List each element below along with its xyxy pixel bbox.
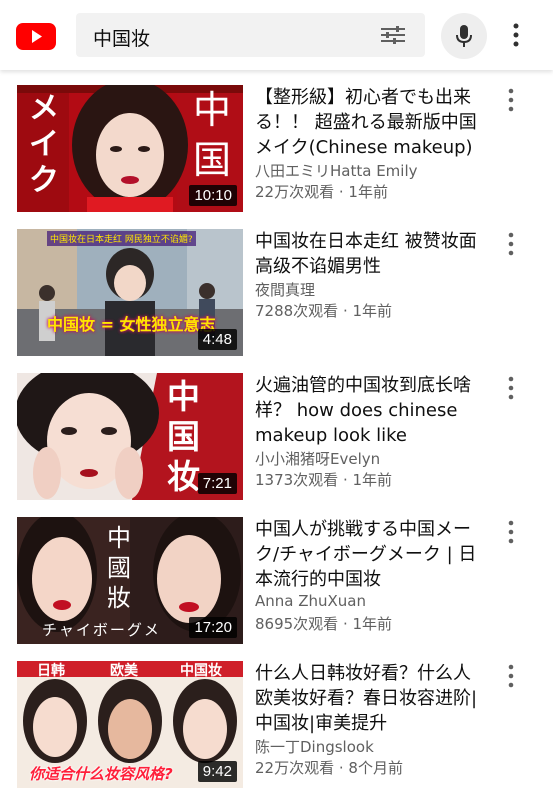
video-item[interactable]: メイク 中国 10:10 【整形級】初心者でも出来る！！ 超盛れる最新版中国メイ… [0, 85, 553, 228]
channel-name: 夜間真理 [255, 281, 316, 299]
thumbnail-caption: 中国妆 = 女性独立意志 [47, 315, 216, 334]
video-item[interactable]: 中国妆 7:21 火遍油管的中国妆到底长啥样？ how does chinese… [0, 373, 553, 516]
video-thumbnail[interactable]: 日韩 欧美 中国妆 你适合什么妆容风格? 9:42 [17, 661, 243, 788]
view-count: 22万次观看 [255, 759, 335, 777]
youtube-logo-icon[interactable] [16, 23, 56, 50]
thumbnail-text-center: 中國妝 [107, 524, 131, 612]
upload-age: 1年前 [352, 471, 393, 489]
video-meta: 22万次观看 · 1年前 [255, 181, 475, 202]
video-meta: 8695次观看 · 1年前 [255, 613, 475, 634]
video-title[interactable]: 火遍油管的中国妆到底长啥样？ how does chinese makeup l… [255, 373, 480, 448]
video-duration: 7:21 [197, 473, 237, 494]
video-item[interactable]: 中国妆在日本走红 网民独立不谄媚? 中国妆 = 女性独立意志 4:48 中国妆在… [0, 229, 553, 372]
view-count: 8695次观看 [255, 615, 339, 633]
video-title[interactable]: 中国妆在日本走红 被赞妆面高级不谄媚男性 [255, 229, 480, 279]
view-count: 22万次观看 [255, 183, 335, 201]
thumbnail-text-right: 中国 [193, 88, 232, 182]
thumbnail-label: 日韩 [37, 663, 65, 679]
view-count: 7288次观看 [255, 302, 339, 320]
thumbnail-caption-top: 中国妆在日本走红 网民独立不谄媚? [47, 231, 196, 246]
channel-name: Anna ZhuXuan [255, 592, 367, 610]
video-thumbnail[interactable]: メイク 中国 10:10 [17, 85, 243, 212]
meta-separator: · [334, 759, 349, 777]
more-vert-icon[interactable] [506, 87, 516, 117]
video-title[interactable]: 什么人日韩妆好看？什么人欧美妆好看？春日妆容进阶|中国妆|审美提升 [255, 661, 480, 736]
video-duration: 17:20 [189, 617, 237, 638]
video-title[interactable]: 中国人が挑戦する中国メーク/チャイボーグメーク | 日本流行的中国妆 [255, 517, 480, 592]
channel-name: 陈一丁Dingslook [255, 738, 374, 756]
video-item[interactable]: 中國妝 チャイボーグメ 17:20 中国人が挑戦する中国メーク/チャイボーグメー… [0, 517, 553, 660]
video-meta: 1373次观看 · 1年前 [255, 469, 475, 490]
video-item[interactable]: 日韩 欧美 中国妆 你适合什么妆容风格? 9:42 什么人日韩妆好看？什么人欧美… [0, 661, 553, 804]
channel-name: 小小湘猪呀Evelyn [255, 450, 381, 468]
video-thumbnail[interactable]: 中国妆 7:21 [17, 373, 243, 500]
search-input[interactable]: 中国妆 [76, 13, 425, 57]
search-query-text: 中国妆 [93, 28, 151, 50]
meta-separator: · [338, 302, 353, 320]
view-count: 1373次观看 [255, 471, 339, 489]
more-vert-icon[interactable] [506, 375, 516, 405]
video-title[interactable]: 【整形級】初心者でも出来る！！ 超盛れる最新版中国メイク(Chinese mak… [255, 85, 480, 160]
more-vert-icon[interactable] [506, 663, 516, 693]
channel-name: 八田エミリHatta Emily [255, 162, 418, 180]
video-duration: 4:48 [197, 329, 237, 350]
video-meta: 7288次观看 · 1年前 [255, 300, 475, 321]
meta-separator: · [338, 615, 353, 633]
thumbnail-text-left: メイク [29, 91, 59, 198]
upload-age: 1年前 [352, 302, 393, 320]
meta-separator: · [338, 471, 353, 489]
video-thumbnail[interactable]: 中国妆在日本走红 网民独立不谄媚? 中国妆 = 女性独立意志 4:48 [17, 229, 243, 356]
microphone-icon [456, 25, 472, 47]
thumbnail-label: 欧美 [110, 663, 138, 679]
upload-age: 1年前 [352, 615, 393, 633]
more-vert-icon[interactable] [511, 22, 521, 52]
top-app-bar: 中国妆 [0, 0, 553, 70]
video-meta: 22万次观看 · 8个月前 [255, 757, 475, 778]
video-thumbnail[interactable]: 中國妝 チャイボーグメ 17:20 [17, 517, 243, 644]
filter-sliders-icon[interactable] [379, 24, 407, 50]
upload-age: 8个月前 [348, 759, 403, 777]
meta-separator: · [334, 183, 349, 201]
thumbnail-caption: 你适合什么妆容风格? [29, 765, 173, 783]
microphone-button[interactable] [441, 13, 487, 59]
more-vert-icon[interactable] [506, 231, 516, 261]
thumbnail-label: 中国妆 [180, 663, 222, 679]
more-vert-icon[interactable] [506, 519, 516, 549]
video-duration: 9:42 [197, 761, 237, 782]
video-duration: 10:10 [189, 185, 237, 206]
thumbnail-caption: チャイボーグメ [42, 621, 161, 639]
upload-age: 1年前 [348, 183, 388, 201]
